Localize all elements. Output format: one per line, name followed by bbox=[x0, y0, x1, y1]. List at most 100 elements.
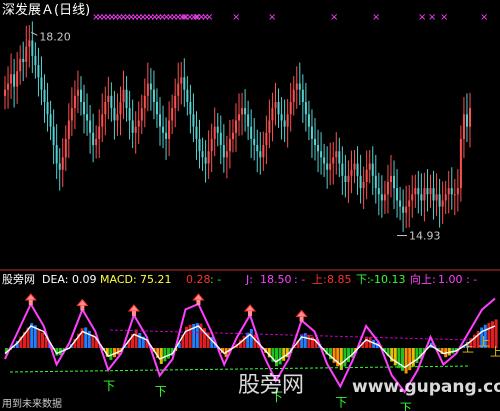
candle-body bbox=[441, 200, 444, 207]
candle-body bbox=[204, 157, 207, 164]
candle-body bbox=[119, 102, 122, 115]
candle-body bbox=[225, 151, 228, 158]
marker-x: × bbox=[418, 12, 426, 23]
candle-body bbox=[310, 126, 313, 139]
marker-x: × bbox=[180, 12, 188, 23]
histogram-bar bbox=[134, 329, 138, 348]
candle-body bbox=[280, 114, 283, 121]
up-label: 上 bbox=[462, 341, 474, 355]
candle-body bbox=[189, 102, 192, 115]
aux-suffix: : - bbox=[210, 273, 221, 286]
histogram-bar bbox=[347, 348, 350, 363]
candle-body bbox=[420, 194, 423, 201]
candle-body bbox=[171, 108, 174, 121]
candle-body bbox=[380, 194, 383, 201]
candle-body bbox=[155, 102, 158, 115]
candle-body bbox=[16, 71, 19, 87]
candle-body bbox=[216, 126, 219, 133]
histogram-bar bbox=[159, 348, 163, 364]
candle-body bbox=[259, 151, 262, 158]
candle-body bbox=[344, 175, 347, 182]
candle-body bbox=[465, 114, 468, 127]
buy-arrow-stem bbox=[196, 300, 201, 305]
candle-body bbox=[459, 138, 462, 189]
candle-body bbox=[73, 95, 76, 109]
candle-body bbox=[210, 138, 213, 152]
candle-body bbox=[469, 108, 471, 127]
candle-body bbox=[377, 188, 380, 195]
candle-body bbox=[113, 108, 116, 121]
candle-body bbox=[414, 188, 417, 195]
histogram-bar bbox=[282, 348, 286, 361]
candle-body bbox=[19, 58, 22, 72]
candle-body bbox=[43, 89, 46, 102]
candle-body bbox=[70, 108, 73, 121]
histogram-bar bbox=[311, 336, 314, 348]
histogram-bar bbox=[491, 321, 494, 348]
candle-body bbox=[165, 132, 168, 139]
aux-value: 0.28 bbox=[186, 273, 211, 286]
histogram-bar bbox=[393, 348, 397, 366]
candle-body bbox=[326, 163, 329, 170]
up-label: 上 bbox=[490, 345, 500, 359]
candle-body bbox=[244, 108, 247, 115]
candle-body bbox=[231, 132, 234, 139]
candle-body bbox=[396, 188, 399, 201]
candle-body bbox=[438, 194, 441, 207]
candle-body bbox=[25, 46, 28, 62]
candle-body bbox=[350, 169, 353, 176]
stock-chart: 深发展Ａ(日线) ×××××××××××××××××××××××××××××××… bbox=[0, 0, 500, 411]
candle-body bbox=[13, 74, 16, 87]
candle-body bbox=[250, 126, 253, 139]
candle-body bbox=[61, 157, 64, 170]
candle-body bbox=[307, 114, 310, 127]
down-label: 下: bbox=[356, 273, 371, 286]
sell-label: 下 bbox=[103, 379, 115, 393]
low-price-label: 14.93 bbox=[409, 230, 441, 243]
candle-body bbox=[447, 188, 450, 195]
candle-body bbox=[362, 182, 365, 189]
buy-arrow-stem bbox=[28, 300, 33, 305]
candle-body bbox=[432, 188, 435, 201]
chart-title: 深发展Ａ(日线) bbox=[2, 2, 90, 18]
candle-body bbox=[110, 95, 113, 109]
candle-body bbox=[131, 120, 134, 133]
candle-body bbox=[329, 163, 332, 170]
candle-body bbox=[46, 102, 49, 115]
j-label: J: bbox=[245, 273, 253, 286]
candle-body bbox=[253, 138, 256, 146]
candle-body bbox=[40, 77, 43, 90]
candle-body bbox=[298, 83, 301, 90]
candle-body bbox=[402, 206, 405, 213]
buy-arrow-stem bbox=[80, 305, 85, 311]
candle-body bbox=[286, 114, 289, 127]
upward-label: 向上: bbox=[410, 272, 436, 286]
candle-body bbox=[462, 114, 465, 139]
candle-body bbox=[301, 89, 304, 102]
marker-x: × bbox=[440, 12, 448, 23]
candle-body bbox=[152, 89, 155, 102]
candle-body bbox=[207, 151, 210, 164]
up-value: 8.85 bbox=[327, 273, 352, 286]
candle-body bbox=[79, 89, 82, 102]
candle-body bbox=[389, 175, 392, 182]
candle-body bbox=[234, 120, 237, 133]
marker-x: × bbox=[192, 12, 200, 23]
histogram-bar bbox=[188, 324, 192, 348]
candle-body bbox=[31, 40, 34, 56]
candle-body bbox=[143, 95, 146, 109]
candle-body bbox=[92, 132, 95, 146]
histogram-bar bbox=[404, 348, 408, 374]
histogram-bar bbox=[278, 348, 282, 365]
candle-body bbox=[64, 138, 67, 158]
candle-body bbox=[405, 206, 408, 213]
histogram-bar bbox=[167, 348, 170, 359]
candle-body bbox=[241, 108, 244, 115]
candle-body bbox=[137, 120, 140, 127]
candle-body bbox=[55, 145, 58, 164]
candle-body bbox=[134, 126, 137, 133]
candle-body bbox=[162, 126, 165, 133]
histogram-bar bbox=[339, 348, 343, 370]
candle-body bbox=[444, 194, 447, 201]
candle-body bbox=[417, 188, 420, 195]
